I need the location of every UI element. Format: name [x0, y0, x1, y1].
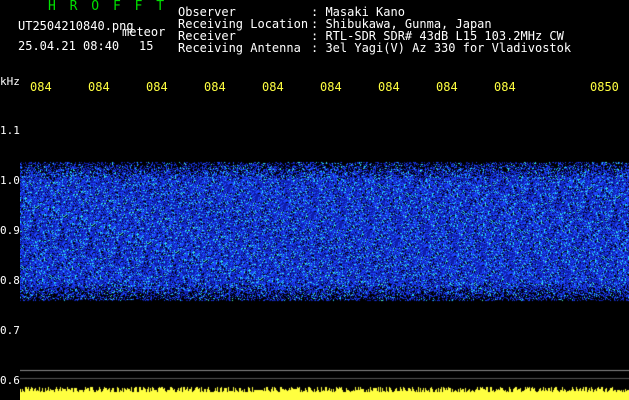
y-tick: 0.7 — [0, 324, 20, 337]
x-tick: 084 — [436, 80, 458, 94]
y-tick: 0.9 — [0, 224, 20, 237]
x-tick: 084 — [262, 80, 284, 94]
spectrogram-canvas[interactable] — [20, 100, 629, 400]
x-tick: 084 — [494, 80, 516, 94]
timestamp: 25.04.21 08:40 — [18, 39, 120, 53]
axis-unit: kHz — [0, 75, 20, 88]
x-tick: 084 — [88, 80, 110, 94]
file-name: UT2504210840.png — [18, 19, 134, 33]
x-tick: 0850 — [590, 80, 619, 94]
x-tick: 084 — [378, 80, 400, 94]
x-tick: 084 — [30, 80, 52, 94]
y-tick: 1.0 — [0, 174, 20, 187]
antenna-value: : 3el Yagi(V) Az 330 for Vladivostok — [311, 41, 572, 55]
x-tick: 084 — [204, 80, 226, 94]
meteor-count: 15 — [139, 39, 154, 53]
y-tick: 0.8 — [0, 274, 20, 287]
app-title: H R O F F T — [48, 0, 168, 14]
antenna-label: Receiving Antenna — [178, 41, 301, 55]
x-tick: 084 — [320, 80, 342, 94]
y-tick: 1.1 — [0, 124, 20, 137]
x-tick: 084 — [146, 80, 168, 94]
y-tick: 0.6 — [0, 374, 20, 387]
mode-label: meteor — [122, 25, 166, 39]
